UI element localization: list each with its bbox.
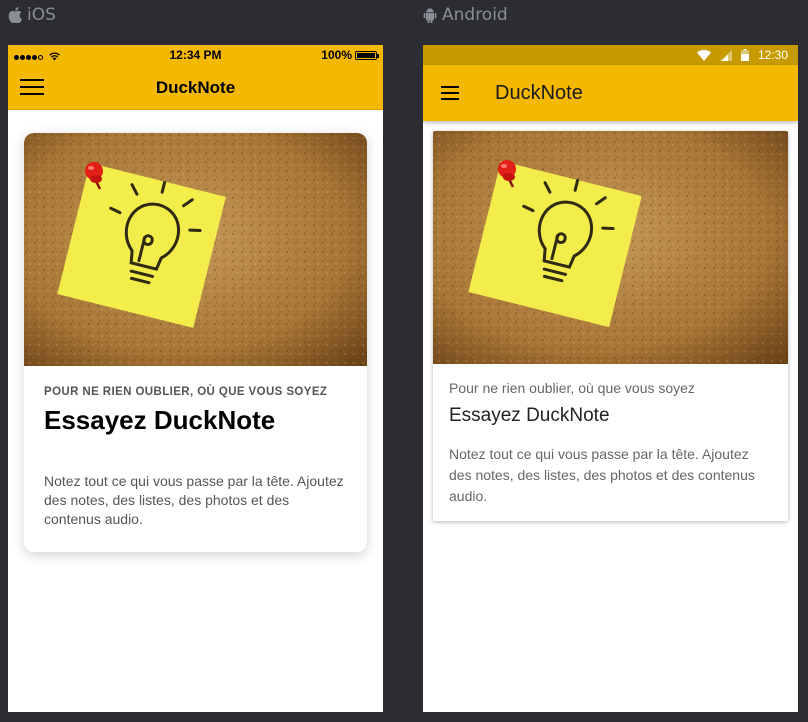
apple-icon <box>8 7 22 23</box>
ios-label-text: iOS <box>27 5 56 25</box>
android-app-bar: DuckNote <box>423 65 798 121</box>
ios-battery-percent: 100% <box>321 48 352 62</box>
wifi-icon <box>696 49 711 61</box>
android-platform-label: Android <box>423 5 508 25</box>
android-appbar-title: DuckNote <box>495 82 583 104</box>
hamburger-menu-icon[interactable] <box>441 86 459 100</box>
ios-card-description: Notez tout ce qui vous passe par la tête… <box>44 473 344 527</box>
ios-platform-label: iOS <box>8 5 56 25</box>
ios-status-bar: 12:34 PM 100% <box>8 45 383 65</box>
android-promo-card[interactable]: Pour ne rien oublier, où que vous soyez … <box>433 131 788 521</box>
android-card-description: Notez tout ce qui vous passe par la tête… <box>449 446 755 504</box>
card-cork-board-image <box>24 133 367 366</box>
ios-device-screen: 12:34 PM 100% DuckNote POUR NE RIEN OUBL… <box>8 45 383 712</box>
card-cork-board-image <box>433 131 788 364</box>
android-status-time: 12:30 <box>757 48 788 62</box>
ios-navbar-title: DuckNote <box>155 78 236 97</box>
android-status-bar: 12:30 <box>423 45 798 65</box>
android-card-subtitle: Pour ne rien oublier, où que vous soyez <box>449 380 695 396</box>
battery-icon <box>740 49 749 61</box>
android-label-text: Android <box>442 5 508 25</box>
signal-icon <box>719 49 732 61</box>
ios-promo-card[interactable]: Pour ne rien oublier, où que vous soyez … <box>24 133 367 552</box>
android-device-screen: 12:30 DuckNote Pour ne rien oublier, où … <box>423 45 798 712</box>
ios-card-subtitle: Pour ne rien oublier, où que vous soyez <box>44 386 328 398</box>
ios-card-title: Essayez DuckNote <box>44 405 276 435</box>
android-icon <box>423 7 437 23</box>
battery-icon <box>355 50 379 60</box>
android-card-title: Essayez DuckNote <box>449 405 610 426</box>
ios-navigation-bar: DuckNote <box>8 65 383 110</box>
